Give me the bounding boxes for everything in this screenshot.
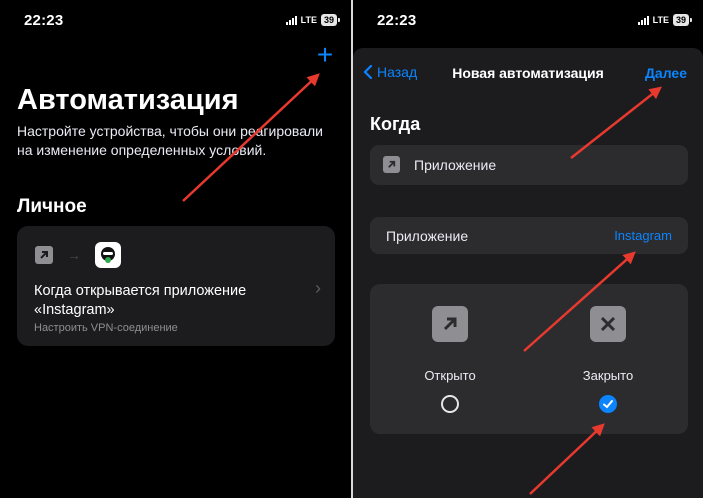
app-open-icon [35,246,53,264]
radio-opened[interactable] [441,395,459,413]
status-indicators: LTE 39 [637,14,693,26]
option-closed-label: Закрыто [582,368,634,383]
automation-list-screen: 22:23 LTE 39 + Автоматизация Настройте у… [0,0,351,498]
automation-card-subtitle: Настроить VPN-соединение [34,322,178,334]
state-options: Открыто Закрыто [370,284,688,434]
option-opened[interactable]: Открыто [390,306,510,413]
option-closed[interactable]: Закрыто [548,306,668,413]
automation-card-title: Когда открывается приложение «Instagram» [34,283,247,318]
card-icons: → [35,242,121,268]
automation-card[interactable]: → Когда открывается приложение «Instagra… [17,226,335,346]
page-title: Автоматизация [17,84,239,116]
battery-icon: 39 [672,14,693,26]
trigger-app-row[interactable]: Приложение [370,145,688,185]
new-automation-sheet: Назад Новая автоматизация Далее Когда Пр… [353,48,703,498]
arrow-right-icon: → [67,247,81,263]
option-opened-label: Открыто [424,368,476,383]
radio-closed[interactable] [599,395,617,413]
next-button[interactable]: Далее [645,65,687,81]
battery-icon: 39 [320,14,341,26]
app-select-label: Приложение [386,228,469,244]
checkmark-icon [603,400,613,409]
page-description: Настройте устройства, чтобы они реагиров… [17,123,323,158]
signal-icon [285,15,297,25]
chevron-right-icon: › [315,278,321,298]
status-bar: 22:23 LTE 39 [353,0,703,40]
network-type: LTE [652,15,669,25]
app-select-value[interactable]: Instagram [614,228,672,243]
add-automation-button[interactable]: + [313,41,337,69]
app-open-icon [383,156,400,173]
trigger-app-label: Приложение [414,157,497,173]
status-time: 22:23 [377,12,417,29]
arrow-up-right-icon [432,306,468,342]
close-x-icon [590,306,626,342]
vpn-app-icon [95,242,121,268]
status-time: 22:23 [24,12,64,29]
signal-icon [637,15,649,25]
status-indicators: LTE 39 [285,14,341,26]
new-automation-screen: 22:23 LTE 39 Назад Новая автоматизация Д… [353,0,703,498]
app-select-row[interactable]: Приложение Instagram [370,217,688,254]
section-title-personal: Личное [17,196,87,217]
status-bar: 22:23 LTE 39 [0,0,351,40]
when-heading: Когда [370,114,421,134]
network-type: LTE [300,15,317,25]
